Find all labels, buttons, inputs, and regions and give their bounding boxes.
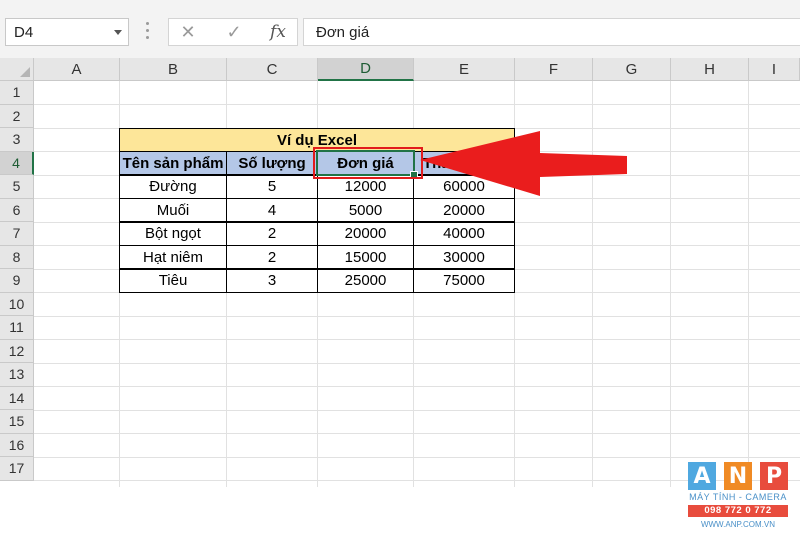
formula-bar: D4 ✕ ✓ fx Đơn giá [0, 6, 800, 58]
formula-buttons: ✕ ✓ fx [168, 18, 298, 46]
cancel-icon[interactable]: ✕ [173, 21, 203, 43]
anp-logo: A N P MÁY TÍNH - CAMERA 098 772 0 772 WW… [688, 462, 788, 538]
chevron-down-icon[interactable] [114, 30, 122, 35]
pointer-arrow-icon [420, 131, 627, 196]
logo-letter: P [760, 462, 788, 490]
logo-letter: A [688, 462, 716, 490]
logo-tiles: A N P [688, 462, 788, 490]
logo-letter: N [724, 462, 752, 490]
name-box-value: D4 [14, 24, 34, 41]
logo-website: WWW.ANP.COM.VN [700, 520, 776, 529]
logo-phone: 098 772 0 772 [688, 505, 788, 517]
logo-tagline: MÁY TÍNH - CAMERA [689, 492, 787, 502]
insert-function-icon[interactable]: fx [263, 21, 293, 43]
name-box[interactable]: D4 [5, 18, 129, 46]
drag-handle-icon[interactable] [146, 22, 150, 40]
enter-icon[interactable]: ✓ [219, 21, 249, 43]
worksheet-grid[interactable]: A B C D E F G H I 1 2 3 4 5 6 7 8 9 10 1… [0, 58, 800, 529]
formula-content: Đơn giá [316, 24, 370, 41]
formula-input[interactable]: Đơn giá [303, 18, 800, 46]
